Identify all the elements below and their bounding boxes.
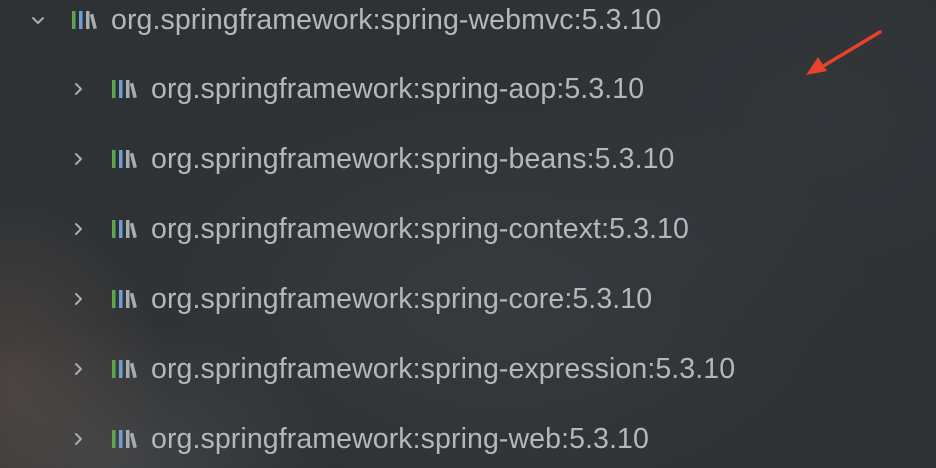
tree-node-spring-web[interactable]: org.springframework:spring-web:5.3.10 <box>70 419 649 459</box>
library-icon <box>110 286 146 312</box>
library-icon <box>110 356 146 382</box>
dependency-tree: org.springframework:spring-webmvc:5.3.10… <box>0 0 936 468</box>
tree-node-label: org.springframework:spring-aop:5.3.10 <box>151 73 645 105</box>
chevron-right-icon[interactable] <box>70 431 86 447</box>
tree-node-label: org.springframework:spring-webmvc:5.3.10 <box>111 4 662 36</box>
tree-node-label: org.springframework:spring-core:5.3.10 <box>151 283 653 315</box>
tree-node-spring-webmvc[interactable]: org.springframework:spring-webmvc:5.3.10 <box>30 0 661 40</box>
tree-node-spring-beans[interactable]: org.springframework:spring-beans:5.3.10 <box>70 139 675 179</box>
library-icon <box>110 426 146 452</box>
library-icon <box>110 76 146 102</box>
chevron-right-icon[interactable] <box>70 361 86 377</box>
chevron-right-icon[interactable] <box>70 151 86 167</box>
tree-node-spring-core[interactable]: org.springframework:spring-core:5.3.10 <box>70 279 652 319</box>
tree-node-label: org.springframework:spring-beans:5.3.10 <box>151 143 675 175</box>
chevron-right-icon[interactable] <box>70 291 86 307</box>
library-icon <box>110 146 146 172</box>
tree-node-spring-context[interactable]: org.springframework:spring-context:5.3.1… <box>70 209 689 249</box>
chevron-right-icon[interactable] <box>70 81 86 97</box>
chevron-right-icon[interactable] <box>70 221 86 237</box>
chevron-down-icon[interactable] <box>30 12 46 28</box>
tree-node-spring-expression[interactable]: org.springframework:spring-expression:5.… <box>70 349 735 389</box>
tree-node-spring-aop[interactable]: org.springframework:spring-aop:5.3.10 <box>70 69 644 109</box>
library-icon <box>110 216 146 242</box>
tree-node-label: org.springframework:spring-context:5.3.1… <box>151 213 689 245</box>
tree-node-label: org.springframework:spring-web:5.3.10 <box>151 423 649 455</box>
library-icon <box>70 7 106 33</box>
tree-node-label: org.springframework:spring-expression:5.… <box>151 353 736 385</box>
red-arrow-icon <box>806 30 882 75</box>
